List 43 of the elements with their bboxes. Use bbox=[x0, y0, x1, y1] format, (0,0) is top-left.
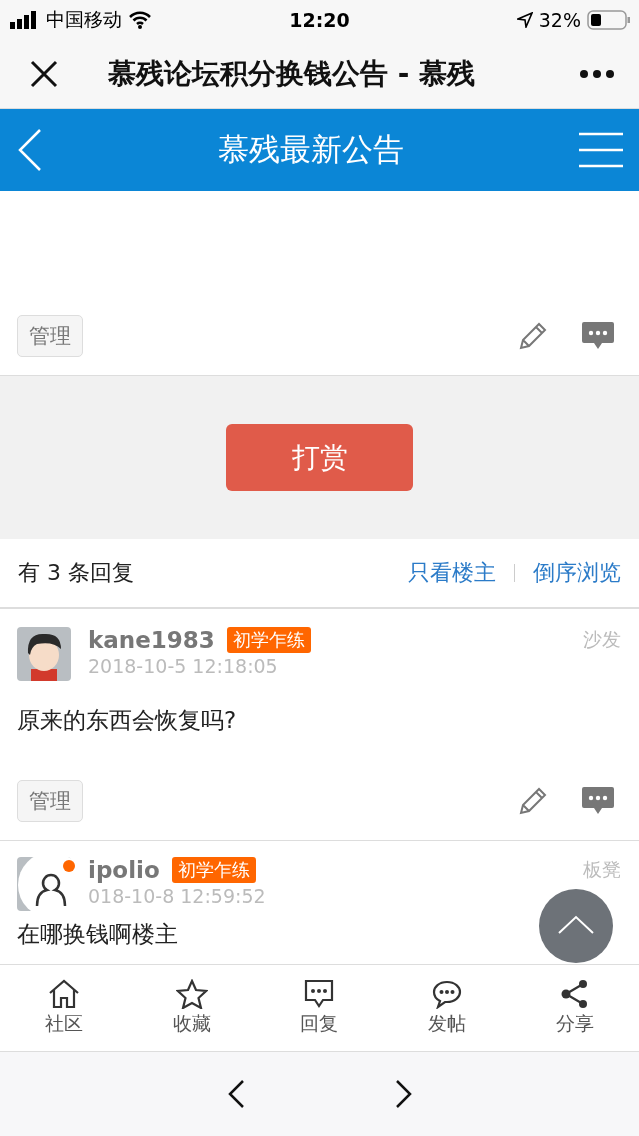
tab-button[interactable]: 收藏 bbox=[127, 965, 256, 1051]
back-icon[interactable] bbox=[226, 1079, 245, 1109]
battery-icon bbox=[587, 10, 631, 30]
floor-label: 板凳 bbox=[583, 857, 621, 882]
filter-link[interactable]: 只看楼主 bbox=[408, 558, 496, 588]
home-icon bbox=[47, 979, 80, 1009]
carrier-name: 中国移动 bbox=[46, 7, 122, 32]
username[interactable]: kane1983 bbox=[88, 627, 215, 653]
header-title: 慕残最新公告 bbox=[217, 130, 404, 169]
comment-icon bbox=[303, 979, 336, 1009]
tab-button[interactable]: 分享 bbox=[511, 965, 639, 1051]
tab-button[interactable]: 回复 bbox=[255, 965, 384, 1051]
tab-button[interactable]: 发帖 bbox=[383, 965, 512, 1051]
post-content: 原来的东西会恢复吗? bbox=[17, 706, 238, 735]
scroll-top-button[interactable] bbox=[539, 889, 613, 963]
post-content: 在哪换钱啊楼主 bbox=[17, 920, 179, 949]
menu-icon[interactable] bbox=[579, 132, 623, 168]
more-icon[interactable] bbox=[579, 69, 615, 79]
reply-count: 有 3 条回复 bbox=[18, 559, 134, 587]
forward-icon[interactable] bbox=[394, 1079, 413, 1109]
pencil-icon[interactable] bbox=[517, 320, 549, 352]
username[interactable]: ipolio bbox=[88, 857, 160, 883]
battery-percent: 32% bbox=[538, 9, 581, 31]
post-time: 018-10-8 12:59:52 bbox=[88, 885, 267, 907]
tab-button[interactable]: 社区 bbox=[0, 965, 128, 1051]
comment-icon[interactable] bbox=[581, 321, 615, 351]
comment-icon[interactable] bbox=[581, 786, 615, 816]
pencil-icon[interactable] bbox=[517, 785, 549, 817]
post-time: 2018-10-5 12:18:05 bbox=[88, 655, 279, 677]
wifi-icon bbox=[128, 11, 152, 29]
page-title: 慕残论坛积分换钱公告 - 慕残 bbox=[108, 56, 477, 92]
floor-label: 沙发 bbox=[583, 627, 621, 652]
chat-bubble-icon bbox=[431, 979, 464, 1009]
clock-time: 12:20 bbox=[289, 9, 350, 31]
star-icon bbox=[175, 979, 208, 1009]
manage-button[interactable]: 管理 bbox=[17, 780, 83, 822]
rank-badge: 初学乍练 bbox=[171, 857, 256, 883]
manage-button[interactable]: 管理 bbox=[17, 315, 83, 357]
location-icon bbox=[516, 12, 533, 28]
close-icon[interactable] bbox=[30, 60, 58, 88]
reward-button[interactable]: 打赏 bbox=[226, 424, 413, 491]
filter-link[interactable]: 倒序浏览 bbox=[533, 558, 621, 588]
rank-badge: 初学乍练 bbox=[226, 627, 311, 653]
